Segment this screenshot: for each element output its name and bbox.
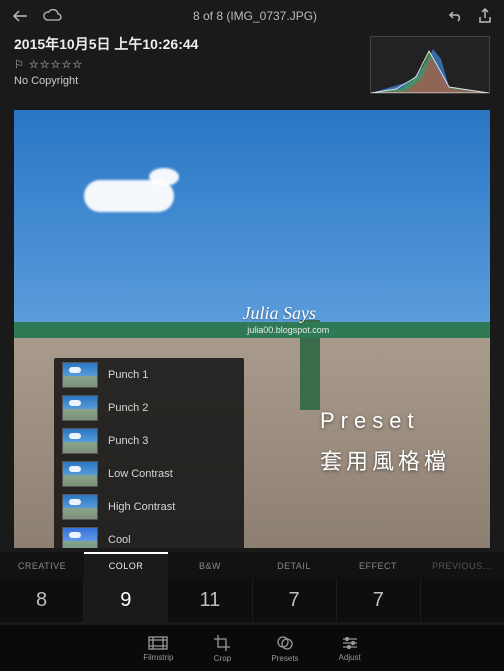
category-count[interactable]: 9 [84, 578, 168, 622]
cloud-decoration [149, 168, 179, 186]
category-strip: CREATIVECOLORB&WDETAILEFFECTPREVIOUS… [0, 552, 504, 578]
preset-label: High Contrast [108, 501, 175, 513]
rating-stars[interactable]: ⚐☆☆☆☆☆ [14, 58, 198, 71]
category-count[interactable]: 7 [253, 578, 337, 622]
count-strip: 891177 [0, 578, 504, 622]
overlay-line1: Preset [320, 408, 420, 433]
preset-item[interactable]: Punch 3 [54, 424, 244, 457]
datetime-label: 2015年10月5日 上午10:26:44 [14, 34, 198, 54]
preset-item[interactable]: Punch 1 [54, 358, 244, 391]
preset-label: Low Contrast [108, 468, 173, 480]
crop-tool[interactable]: Crop [213, 634, 231, 663]
filmstrip-tool[interactable]: Filmstrip [143, 635, 173, 662]
category-tab[interactable]: EFFECT [336, 552, 420, 578]
watermark-subtitle: julia00.blogspot.com [247, 325, 329, 335]
category-count[interactable]: 8 [0, 578, 84, 622]
watermark-title: Julia Says [242, 303, 316, 324]
preset-item[interactable]: Cool [54, 523, 244, 548]
category-count[interactable]: 11 [168, 578, 252, 622]
image-counter: 8 of 8 (IMG_0737.JPG) [62, 9, 448, 23]
category-tab[interactable]: CREATIVE [0, 552, 84, 578]
preset-item[interactable]: High Contrast [54, 490, 244, 523]
histogram[interactable] [370, 36, 490, 94]
category-tab[interactable]: B&W [168, 552, 252, 578]
preset-label: Punch 1 [108, 369, 148, 381]
back-icon[interactable] [12, 9, 28, 23]
preset-label: Cool [108, 534, 131, 546]
share-icon[interactable] [478, 8, 492, 24]
overlay-line2: 套用風格檔 [320, 444, 450, 476]
preset-thumb [62, 362, 98, 388]
preset-label: Punch 2 [108, 402, 148, 414]
preset-thumb [62, 461, 98, 487]
app-root: 8 of 8 (IMG_0737.JPG) 2015年10月5日 上午10:26… [0, 0, 504, 671]
category-count[interactable]: 7 [337, 578, 421, 622]
preset-thumb [62, 494, 98, 520]
top-bar: 8 of 8 (IMG_0737.JPG) [0, 0, 504, 32]
preset-item[interactable]: Punch 2 [54, 391, 244, 424]
preset-panel: Punch 1 Punch 2 Punch 3 Low Contrast High Co… [54, 358, 244, 548]
metadata-block: 2015年10月5日 上午10:26:44 ⚐☆☆☆☆☆ No Copyrigh… [14, 34, 198, 87]
preset-item[interactable]: Low Contrast [54, 457, 244, 490]
cloud-sync-icon[interactable] [42, 9, 62, 23]
category-tab[interactable]: PREVIOUS… [420, 552, 504, 578]
preset-thumb [62, 527, 98, 549]
copyright-label: No Copyright [14, 75, 198, 87]
overlay-annotation: Preset 套用風格檔 [320, 408, 450, 476]
bottom-toolbar: Filmstrip Crop Presets Adjust [0, 625, 504, 671]
adjust-tool[interactable]: Adjust [339, 635, 361, 662]
preset-label: Punch 3 [108, 435, 148, 447]
presets-tool[interactable]: Presets [271, 634, 298, 663]
preset-thumb [62, 428, 98, 454]
category-tab[interactable]: DETAIL [252, 552, 336, 578]
undo-icon[interactable] [448, 9, 464, 23]
photo-viewport[interactable]: Julia Says julia00.blogspot.com Preset 套… [14, 110, 490, 548]
category-count[interactable] [421, 578, 504, 622]
preset-thumb [62, 395, 98, 421]
category-tab[interactable]: COLOR [84, 552, 168, 578]
